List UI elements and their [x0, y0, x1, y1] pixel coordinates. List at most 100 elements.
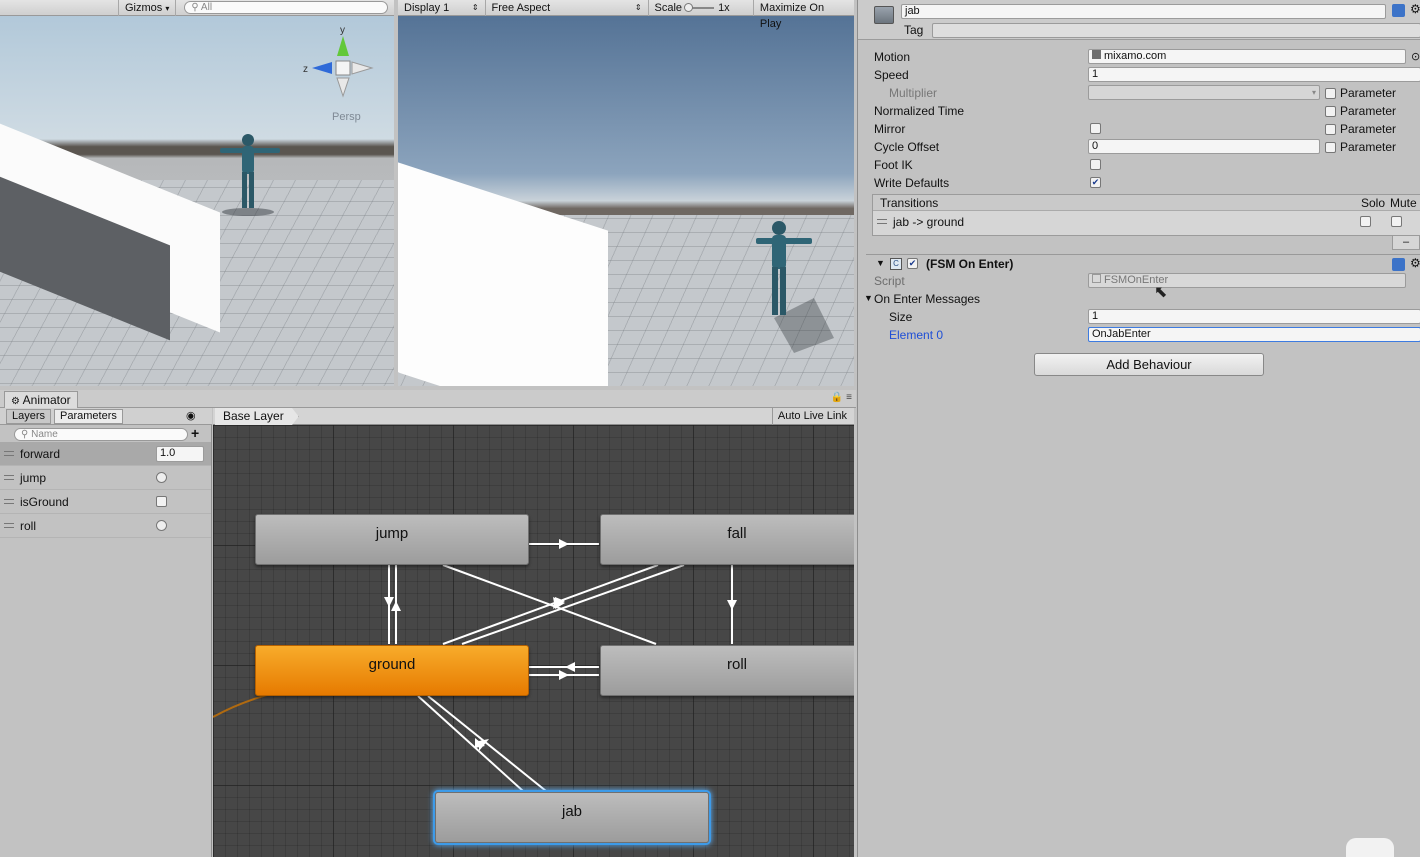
inspector-panel: jab ⚙ Tag Motion mixamo.com ⊙ Speed 1 Mu…: [857, 0, 1420, 857]
parameter-checkbox[interactable]: [1325, 87, 1336, 99]
scene-search-input[interactable]: ⚲ All: [184, 1, 389, 14]
element-0-field[interactable]: OnJabEnter: [1088, 327, 1420, 342]
drag-handle-icon[interactable]: [4, 475, 14, 480]
cycle-offset-field[interactable]: 0: [1088, 139, 1320, 154]
scale-slider[interactable]: [684, 2, 715, 12]
help-icon[interactable]: [1392, 4, 1405, 17]
state-ground[interactable]: ground: [255, 645, 529, 696]
size-label: Size: [889, 310, 913, 324]
animator-tab[interactable]: ⚙ Animator: [4, 391, 78, 408]
maximize-on-play-toggle[interactable]: Maximize On Play: [754, 0, 854, 30]
parameter-search-input[interactable]: ⚲ Name: [14, 428, 188, 441]
state-machine-graph[interactable]: jump fall ground roll jab: [213, 425, 854, 857]
element-0-label: Element 0: [889, 328, 944, 342]
remove-transition-button[interactable]: –: [1392, 236, 1420, 250]
gizmos-dropdown[interactable]: Gizmos ▾: [118, 0, 177, 16]
tag-field[interactable]: [932, 23, 1420, 38]
add-behaviour-button[interactable]: Add Behaviour: [1034, 353, 1264, 376]
gear-icon[interactable]: ⚙: [1410, 2, 1420, 16]
state-fall[interactable]: fall: [600, 514, 854, 565]
parameter-checkbox[interactable]: [1325, 141, 1336, 153]
foot-ik-checkbox[interactable]: [1090, 159, 1101, 170]
help-icon[interactable]: [1392, 258, 1405, 271]
search-icon: ⚲: [21, 429, 29, 440]
scene-view[interactable]: Gizmos ▾ ⚲ All y z Persp: [0, 0, 394, 386]
object-name-field[interactable]: jab: [901, 4, 1386, 19]
arrow-head-icon: [565, 662, 575, 672]
parameter-checkbox[interactable]: [1325, 105, 1336, 117]
scale-control[interactable]: Scale 1x: [649, 0, 754, 16]
gear-icon[interactable]: ⚙: [1410, 256, 1420, 270]
object-picker-icon[interactable]: ⊙: [1411, 50, 1420, 63]
behaviour-enabled-checkbox[interactable]: ✔: [907, 258, 918, 269]
parameter-row-isground[interactable]: isGround: [0, 490, 211, 514]
drag-handle-icon[interactable]: [877, 219, 887, 224]
scale-value: 1x: [718, 1, 730, 14]
animation-clip-icon: [1092, 50, 1101, 59]
parameter-row-forward[interactable]: forward 1.0: [0, 442, 211, 466]
parameter-search-placeholder: Name: [31, 429, 58, 440]
parameter-name: roll: [20, 518, 37, 533]
state-jab[interactable]: jab: [435, 792, 709, 843]
drag-handle-icon[interactable]: [4, 451, 14, 456]
foldout-arrow-icon[interactable]: ▼: [876, 258, 885, 268]
parameter-row-jump[interactable]: jump: [0, 466, 211, 490]
solo-checkbox[interactable]: [1360, 216, 1371, 227]
normalized-time-parameter-toggle[interactable]: Parameter: [1325, 104, 1396, 118]
mirror-parameter-toggle[interactable]: Parameter: [1325, 122, 1396, 136]
multiplier-dropdown[interactable]: ▾: [1088, 85, 1320, 100]
game-view[interactable]: Display 1 ⇕ Free Aspect ⇕ Scale 1x Maxim…: [398, 0, 854, 386]
auto-live-link-button[interactable]: Auto Live Link: [771, 408, 852, 425]
write-defaults-checkbox[interactable]: ✔: [1090, 177, 1101, 188]
scale-slider-thumb[interactable]: [684, 2, 694, 12]
game-character-model[interactable]: [754, 218, 854, 358]
size-field[interactable]: 1: [1088, 309, 1420, 324]
state-jump[interactable]: jump: [255, 514, 529, 565]
parameter-row-roll[interactable]: roll: [0, 514, 211, 538]
drag-handle-icon[interactable]: [4, 499, 14, 504]
multiplier-label: Multiplier: [889, 86, 938, 100]
aspect-dropdown[interactable]: Free Aspect ⇕: [486, 0, 649, 16]
dropdown-arrow-icon: ⇕: [471, 2, 479, 12]
script-label: Script: [874, 274, 905, 288]
parameter-label: Parameter: [1340, 122, 1397, 136]
drag-handle-icon[interactable]: [4, 523, 14, 528]
add-parameter-button[interactable]: +: [191, 425, 199, 441]
speed-field[interactable]: 1: [1088, 67, 1420, 82]
parameter-list: forward 1.0 jump isGround roll: [0, 442, 211, 538]
state-roll[interactable]: roll: [600, 645, 854, 696]
transition-row[interactable]: jab -> ground: [873, 212, 1420, 232]
bool-checkbox[interactable]: [156, 496, 167, 507]
on-enter-messages-label: On Enter Messages: [874, 292, 981, 306]
trigger-radio[interactable]: [156, 520, 167, 531]
speed-label: Speed: [874, 68, 909, 82]
foldout-arrow-icon[interactable]: ▼: [864, 293, 873, 303]
breadcrumb[interactable]: Base Layer: [215, 408, 299, 425]
eye-icon[interactable]: ◉: [186, 409, 196, 422]
character-model[interactable]: [220, 132, 288, 224]
parameter-checkbox[interactable]: [1325, 123, 1336, 135]
state-roll-label: roll: [726, 656, 747, 673]
transition-jab-ground[interactable]: [427, 695, 547, 792]
arrow-head-icon: [391, 601, 401, 611]
trigger-radio[interactable]: [156, 472, 167, 483]
parameter-float-field[interactable]: 1.0: [156, 445, 204, 462]
motion-label: Motion: [874, 50, 911, 64]
window-menu-icon[interactable]: 🔒 ≡: [831, 392, 852, 403]
dropdown-arrow-icon: ⇕: [634, 2, 642, 12]
cycle-offset-parameter-toggle[interactable]: Parameter: [1325, 140, 1396, 154]
transition-fall-ground-b[interactable]: [461, 564, 685, 645]
display-dropdown[interactable]: Display 1 ⇕: [398, 0, 486, 16]
mirror-label: Mirror: [874, 122, 906, 136]
animator-window-tab-bar: ⚙ Animator 🔒 ≡: [0, 390, 856, 408]
transition-item-label: jab -> ground: [893, 215, 965, 229]
transition-ground-jab[interactable]: [417, 695, 524, 792]
tab-parameters[interactable]: Parameters: [54, 409, 123, 424]
motion-field[interactable]: mixamo.com: [1088, 49, 1406, 64]
multiplier-parameter-toggle[interactable]: Parameter: [1325, 86, 1396, 100]
mirror-checkbox[interactable]: [1090, 123, 1101, 134]
aspect-label: Free Aspect: [491, 1, 551, 14]
orientation-gizmo[interactable]: y z: [300, 24, 380, 124]
tab-layers[interactable]: Layers: [6, 409, 52, 424]
mute-checkbox[interactable]: [1391, 216, 1402, 227]
